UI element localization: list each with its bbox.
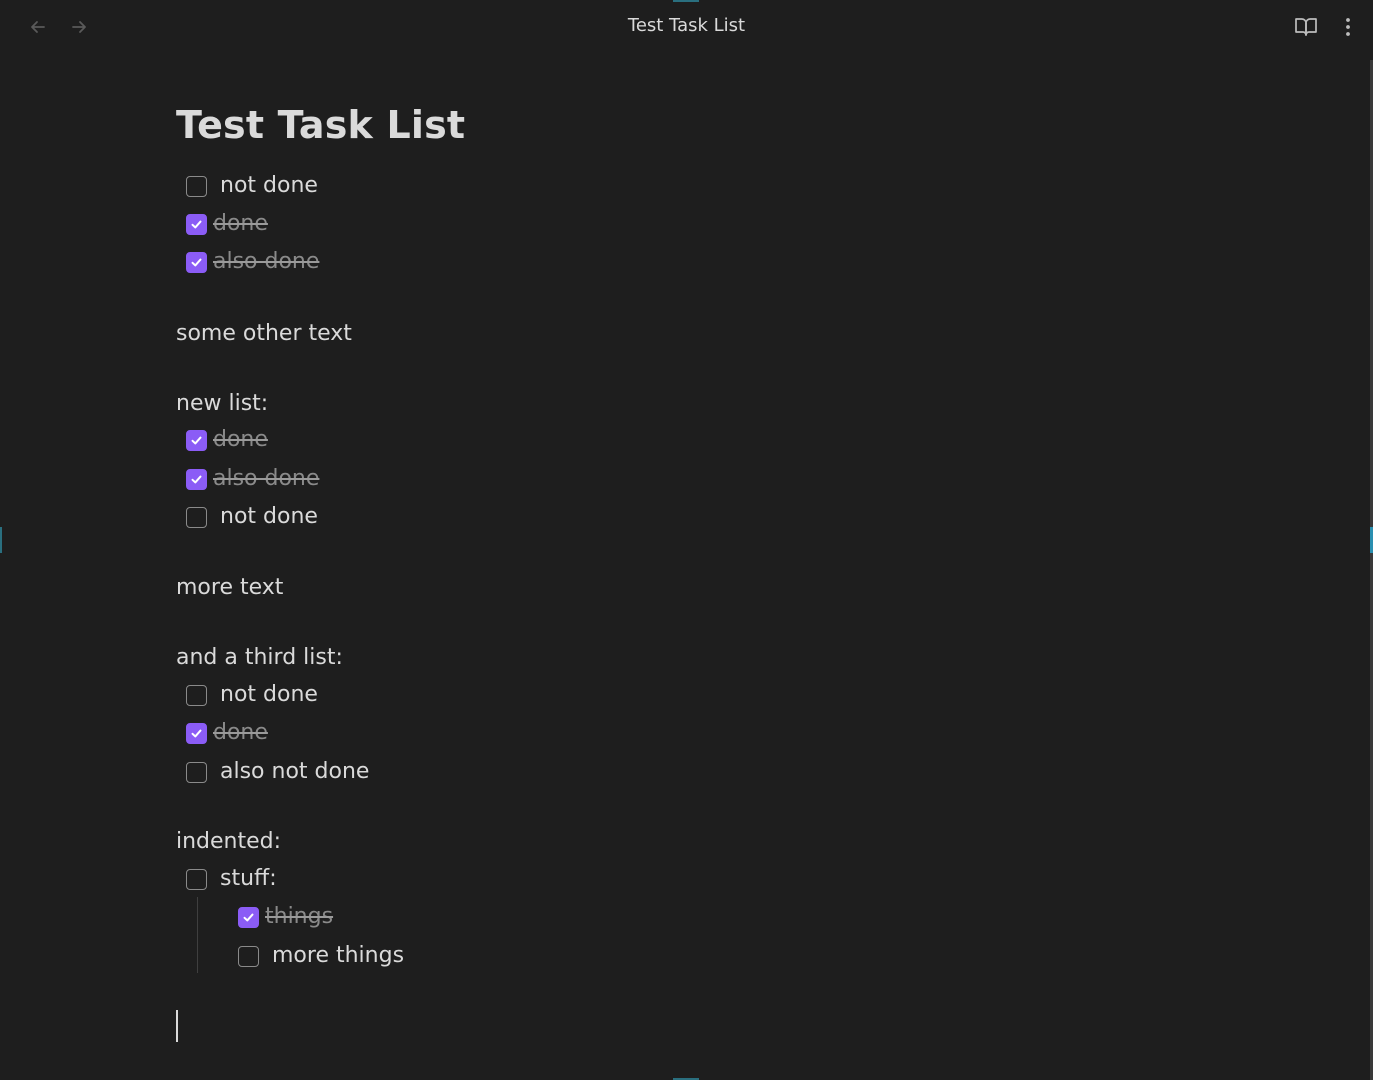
checkmark-icon (191, 258, 202, 266)
task-checkbox[interactable] (186, 868, 207, 890)
task-checkbox[interactable] (186, 468, 207, 490)
task-label: also done (213, 249, 320, 274)
task-item: not done (176, 680, 318, 710)
checkmark-icon (191, 220, 202, 228)
task-item: stuff: (176, 864, 277, 894)
checkmark-icon (191, 475, 202, 483)
task-item: done (176, 425, 268, 455)
left-resize-handle[interactable] (0, 527, 2, 553)
task-label: also done (213, 466, 320, 491)
more-options-button[interactable] (1334, 13, 1362, 41)
task-checkbox[interactable] (186, 213, 207, 235)
paragraph: new list: (176, 391, 269, 416)
task-checkbox[interactable] (238, 945, 259, 967)
checkmark-icon (243, 913, 254, 921)
paragraph: more text (176, 575, 284, 600)
task-checkbox[interactable] (186, 684, 207, 706)
paragraph: indented: (176, 829, 282, 854)
task-item: also done (176, 247, 319, 277)
task-item: done (176, 718, 268, 748)
checkmark-icon (191, 436, 202, 444)
task-label: done (213, 211, 268, 236)
task-checkbox[interactable] (186, 506, 207, 528)
task-checkbox[interactable] (186, 761, 207, 783)
note-heading: Test Task List (176, 103, 466, 147)
title-bar: Test Task List (0, 0, 1373, 54)
task-item: more things (228, 941, 404, 971)
task-label: things (265, 904, 334, 929)
paragraph: and a third list: (176, 645, 343, 670)
task-item: not done (176, 171, 318, 201)
task-item: done (176, 209, 268, 239)
task-label: done (213, 720, 268, 745)
more-vertical-icon (1346, 18, 1350, 36)
task-label: not done (220, 682, 318, 707)
task-label: not done (220, 504, 318, 529)
task-item: things (228, 902, 333, 932)
note-editor[interactable]: Test Task List not done done also done s… (176, 96, 1276, 1042)
task-label: more things (272, 943, 405, 968)
task-label: stuff: (220, 866, 277, 891)
paragraph: some other text (176, 321, 352, 346)
task-label: done (213, 427, 268, 452)
window-title: Test Task List (627, 15, 746, 36)
task-item: also not done (176, 757, 369, 787)
task-checkbox[interactable] (186, 251, 207, 273)
app-window: Test Task List Test Task List not done d… (0, 0, 1373, 1080)
task-item: not done (176, 502, 318, 532)
task-checkbox[interactable] (186, 429, 207, 451)
reading-view-button[interactable] (1292, 13, 1320, 41)
task-item: also done (176, 464, 319, 494)
task-label: also not done (220, 759, 370, 784)
indent-guide (197, 897, 198, 973)
book-open-icon (1295, 18, 1317, 36)
task-checkbox[interactable] (238, 906, 259, 928)
task-checkbox[interactable] (186, 722, 207, 744)
text-cursor (176, 1010, 178, 1042)
task-checkbox[interactable] (186, 175, 207, 197)
task-label: not done (220, 173, 318, 198)
checkmark-icon (191, 729, 202, 737)
